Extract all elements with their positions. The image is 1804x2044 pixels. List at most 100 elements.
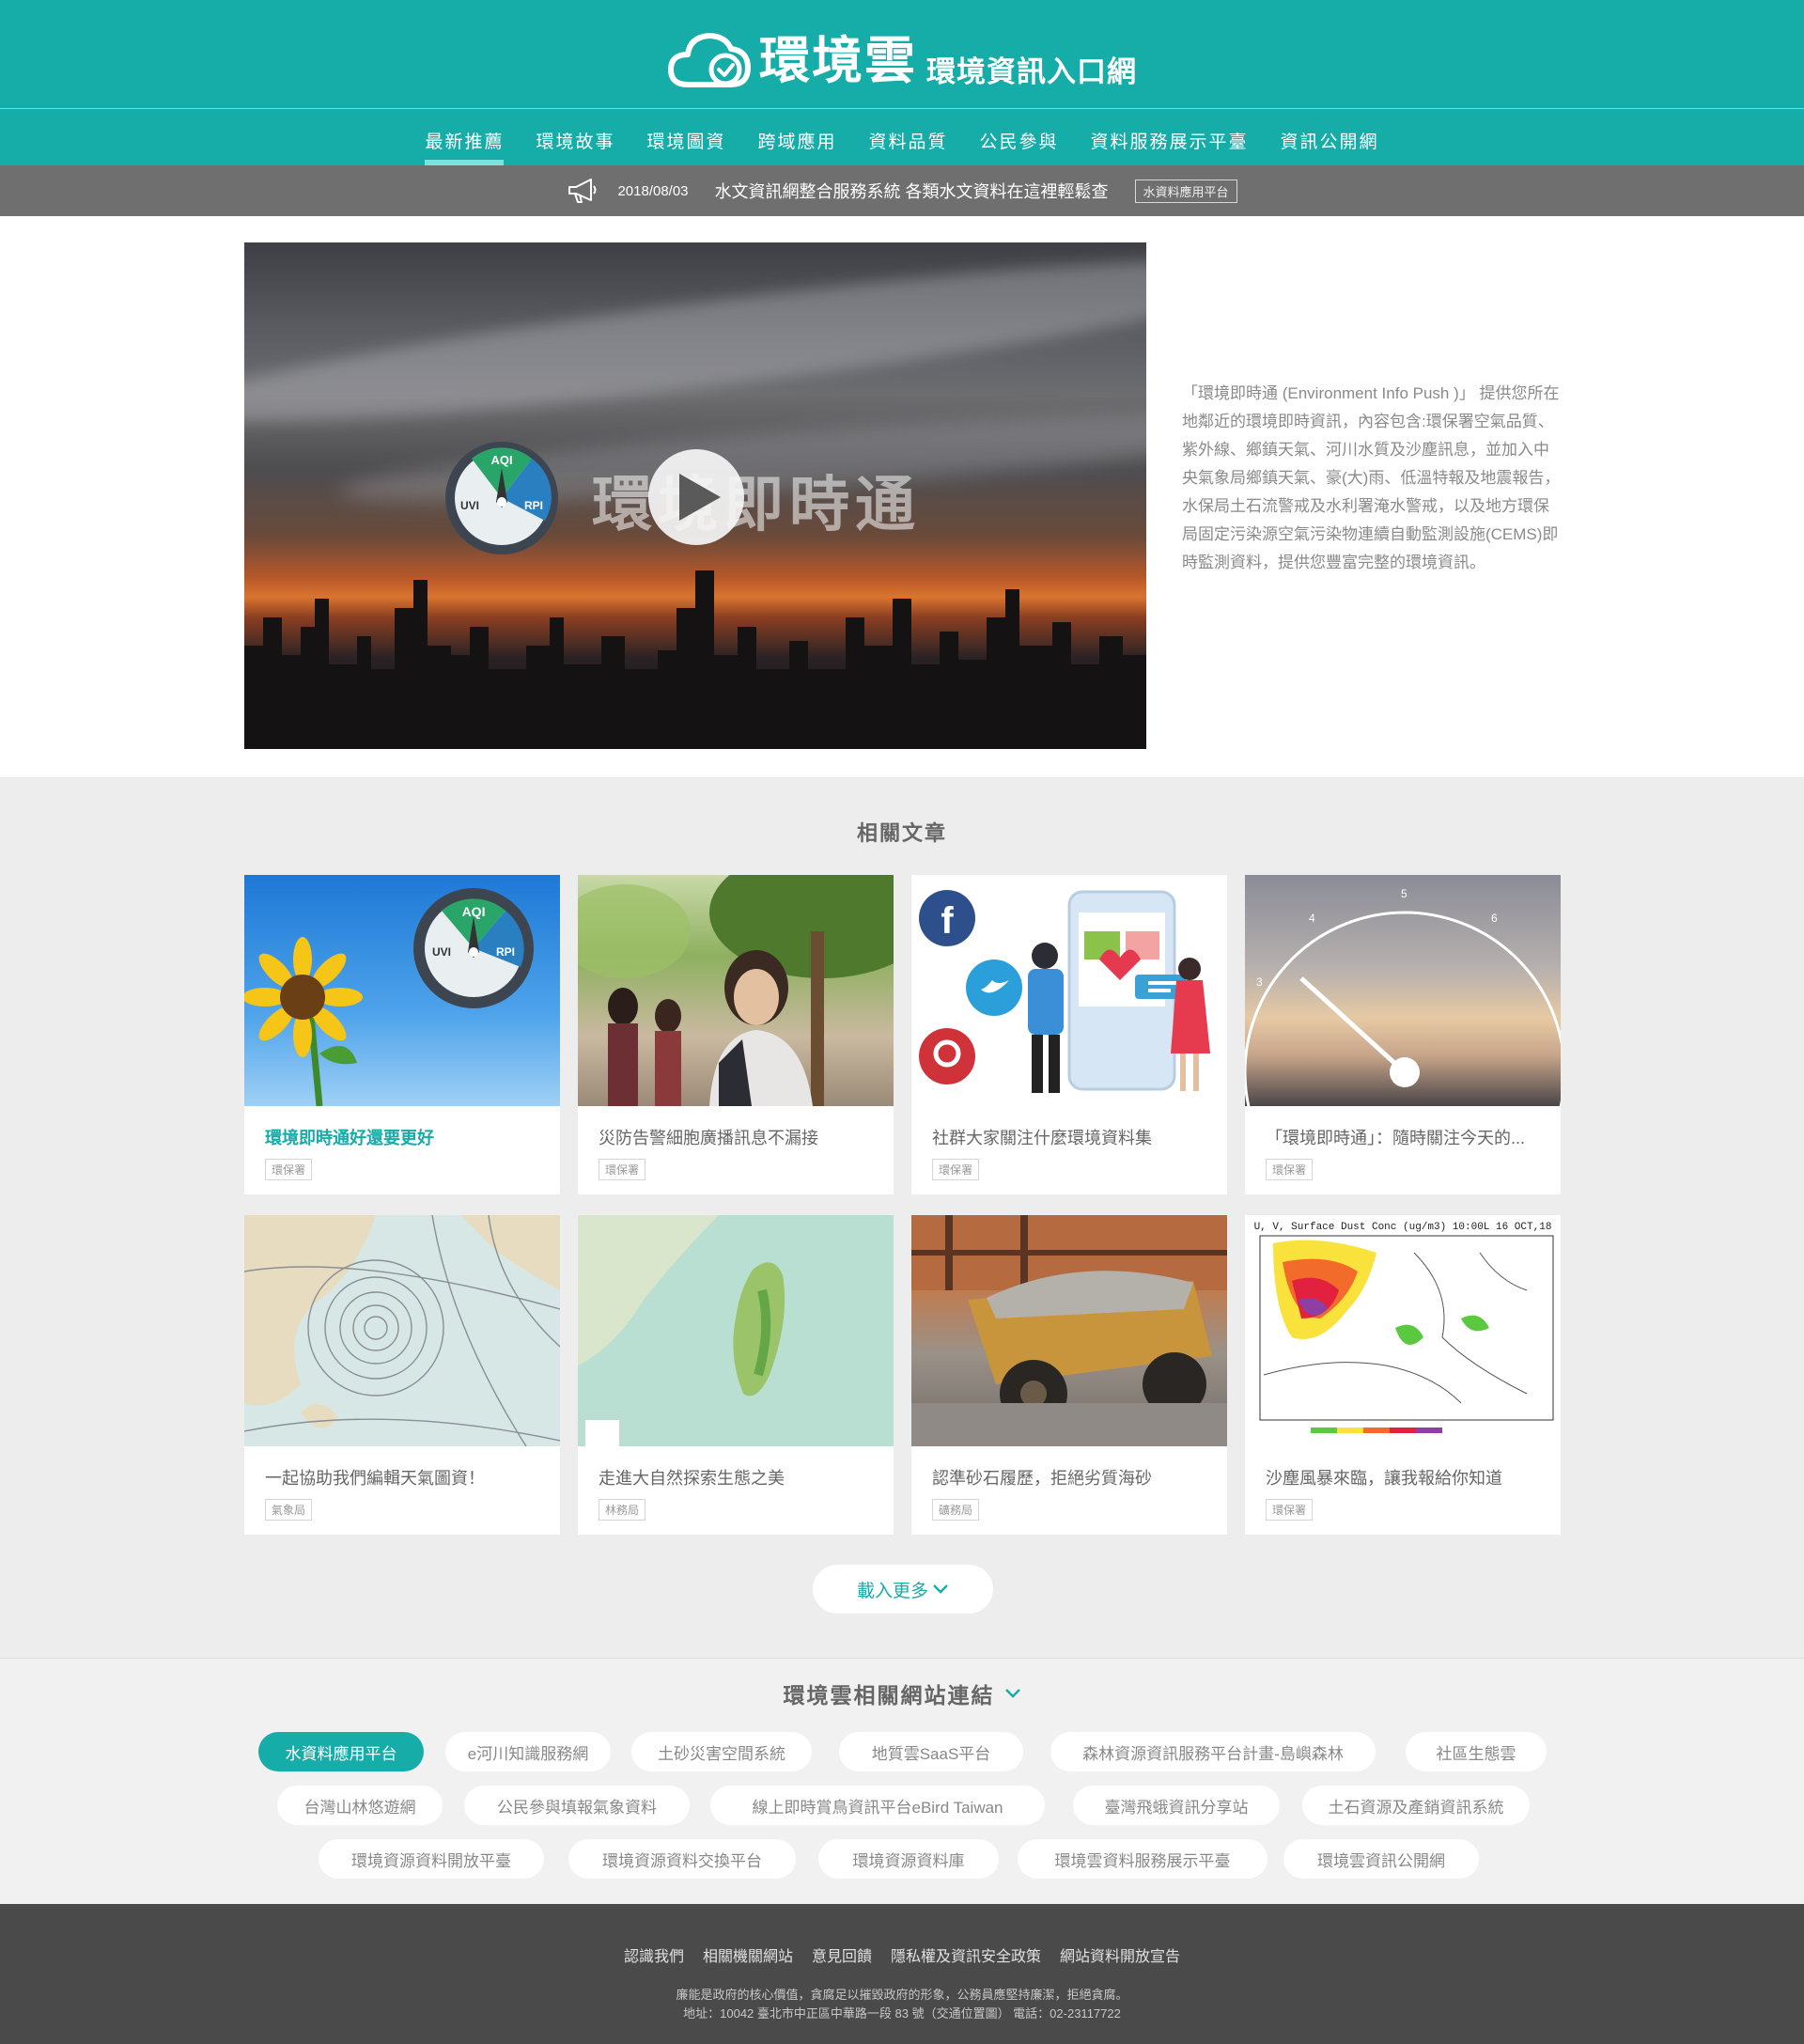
sunflower-image: AQI UVI RPI bbox=[244, 888, 534, 1106]
nav-data-service[interactable]: 資料服務展示平臺 bbox=[1075, 109, 1265, 165]
article-thumbnail bbox=[578, 1215, 894, 1446]
site-link-pill[interactable]: 環境資源資料庫 bbox=[818, 1839, 999, 1879]
nav-data-quality[interactable]: 資料品質 bbox=[853, 109, 964, 165]
video-title: 環境即時通 bbox=[592, 471, 921, 538]
megaphone-icon bbox=[568, 179, 597, 203]
nav-cross-domain[interactable]: 跨域應用 bbox=[741, 109, 852, 165]
site-link-pill[interactable]: 環境雲資訊公開網 bbox=[1283, 1839, 1479, 1879]
article-title[interactable]: 災防告警細胞廣播訊息不漏接 bbox=[599, 1125, 880, 1149]
load-more-button[interactable]: 載入更多 bbox=[813, 1565, 993, 1614]
article-card[interactable]: 災防告警細胞廣播訊息不漏接 環保署 bbox=[578, 875, 894, 1194]
article-card[interactable]: 一起協助我們編輯天氣圖資！ 氣象局 bbox=[244, 1215, 560, 1535]
article-thumbnail bbox=[911, 1215, 1227, 1446]
article-source-tag: 環保署 bbox=[932, 1159, 980, 1180]
article-thumbnail: f bbox=[911, 875, 1227, 1106]
taiwan-map-image bbox=[578, 1215, 785, 1446]
site-link-pill[interactable]: 公民參與填報氣象資料 bbox=[464, 1786, 690, 1825]
gauge-number: 5 bbox=[1401, 887, 1407, 900]
announcement-message[interactable]: 水文資訊網整合服務系統 各類水文資料在這裡輕鬆查 bbox=[715, 179, 1109, 203]
footer-nav: 認識我們 相關機關網站 意見回饋 隱私權及資訊安全政策 網站資料開放宣告 bbox=[0, 1943, 1804, 1966]
site-header: 環境雲 環境資訊入口網 最新推薦 環境故事 環境圖資 跨域應用 資料品質 公民參… bbox=[0, 0, 1804, 165]
footer-link-privacy[interactable]: 隱私權及資訊安全政策 bbox=[891, 1943, 1041, 1966]
weather-map-image bbox=[244, 1215, 560, 1446]
gauge-uvi-label: UVI bbox=[460, 499, 479, 512]
article-thumbnail: U, V, Surface Dust Conc (ug/m3) 10:00L 1… bbox=[1245, 1215, 1561, 1446]
hero-section: AQI UVI RPI 環境即時通 「環境即時通 (Environment In… bbox=[0, 216, 1804, 777]
article-thumbnail bbox=[244, 1215, 560, 1446]
article-title[interactable]: 一起協助我們編輯天氣圖資！ bbox=[265, 1465, 547, 1490]
site-link-pill[interactable]: 水資料應用平台 bbox=[258, 1732, 424, 1771]
footer-link-feedback[interactable]: 意見回饋 bbox=[812, 1943, 872, 1966]
article-title[interactable]: 沙塵風暴來臨，讓我報給你知道 bbox=[1266, 1465, 1547, 1490]
site-logo[interactable]: 環境雲 環境資訊入口網 bbox=[0, 28, 1804, 94]
nav-open-info[interactable]: 資訊公開網 bbox=[1265, 109, 1395, 165]
nav-latest[interactable]: 最新推薦 bbox=[409, 109, 520, 165]
article-thumbnail: AQI UVI RPI bbox=[244, 875, 560, 1106]
site-link-pill[interactable]: 森林資源資訊服務平台計畫-島嶼森林 bbox=[1050, 1732, 1376, 1771]
gauge-number: 3 bbox=[1256, 975, 1263, 989]
brand-subtitle: 環境資訊入口網 bbox=[926, 55, 1137, 88]
dial-sunset-image: 3 4 5 6 bbox=[1245, 887, 1561, 1106]
article-title[interactable]: 社群大家關注什麼環境資料集 bbox=[932, 1125, 1214, 1149]
site-link-pill[interactable]: 線上即時賞鳥資訊平台eBird Taiwan bbox=[710, 1786, 1045, 1825]
article-source-tag: 礦務局 bbox=[932, 1499, 980, 1521]
article-card[interactable]: U, V, Surface Dust Conc (ug/m3) 10:00L 1… bbox=[1245, 1215, 1561, 1535]
people-street-image bbox=[578, 875, 894, 1106]
announcement-bar[interactable]: 2018/08/03 水文資訊網整合服務系統 各類水文資料在這裡輕鬆查 水資料應… bbox=[0, 165, 1804, 216]
announcement-date: 2018/08/03 bbox=[617, 182, 689, 199]
related-sites-section: 環境雲相關網站連結 水資料應用平台 e河川知識服務網 土砂災害空間系統 地質雲S… bbox=[0, 1658, 1804, 1904]
article-source-tag: 環保署 bbox=[265, 1159, 313, 1180]
nav-stories[interactable]: 環境故事 bbox=[520, 109, 630, 165]
chevron-down-icon bbox=[1004, 1689, 1020, 1698]
footer-link-open-data[interactable]: 網站資料開放宣告 bbox=[1060, 1943, 1180, 1966]
footer-address: 地址：10042 臺北市中正區中華路一段 83 號（交通位置圖） 電話：02-2… bbox=[683, 2006, 1121, 2021]
article-source-tag: 環保署 bbox=[1266, 1159, 1314, 1180]
main-nav: 最新推薦 環境故事 環境圖資 跨域應用 資料品質 公民參與 資料服務展示平臺 資… bbox=[0, 109, 1804, 165]
gauge-uvi-label: UVI bbox=[432, 945, 451, 959]
article-card[interactable]: 認準砂石履歷，拒絕劣質海砂 礦務局 bbox=[911, 1215, 1227, 1535]
article-thumbnail bbox=[578, 875, 894, 1106]
site-link-pill[interactable]: 環境雲資料服務展示平臺 bbox=[1018, 1839, 1267, 1879]
site-link-pill[interactable]: 臺灣飛蛾資訊分享站 bbox=[1073, 1786, 1280, 1825]
social-media-illustration: f bbox=[919, 890, 1210, 1093]
article-title[interactable]: 走進大自然探索生態之美 bbox=[599, 1465, 880, 1490]
article-title[interactable]: 環境即時通好還要更好 bbox=[265, 1125, 547, 1149]
footer-link-about[interactable]: 認識我們 bbox=[624, 1943, 684, 1966]
article-thumbnail: 3 4 5 6 bbox=[1245, 875, 1561, 1106]
gauge-number: 6 bbox=[1491, 912, 1498, 925]
play-button[interactable] bbox=[648, 449, 744, 545]
nav-maps[interactable]: 環境圖資 bbox=[630, 109, 741, 165]
gauge-aqi-label: AQI bbox=[490, 453, 512, 467]
article-card[interactable]: 3 4 5 6 「環境即時通」：隨時關注今天的... 環保署 bbox=[1245, 875, 1561, 1194]
article-title[interactable]: 認準砂石履歷，拒絕劣質海砂 bbox=[932, 1465, 1214, 1490]
site-link-pill[interactable]: 環境資源資料交換平台 bbox=[568, 1839, 796, 1879]
footer-link-agencies[interactable]: 相關機關網站 bbox=[703, 1943, 793, 1966]
svg-text:f: f bbox=[941, 900, 954, 942]
load-more-label: 載入更多 bbox=[856, 1581, 928, 1601]
site-link-pill[interactable]: 土石資源及產銷資訊系統 bbox=[1302, 1786, 1530, 1825]
gauge-aqi-label: AQI bbox=[462, 904, 486, 919]
gauge-rpi-label: RPI bbox=[496, 945, 515, 959]
nav-participation[interactable]: 公民參與 bbox=[964, 109, 1075, 165]
site-link-pill[interactable]: 地質雲SaaS平台 bbox=[839, 1732, 1023, 1771]
article-source-tag: 氣象局 bbox=[265, 1499, 313, 1521]
article-title[interactable]: 「環境即時通」：隨時關注今天的... bbox=[1266, 1125, 1547, 1149]
gauge-logo-icon: AQI UVI RPI bbox=[445, 442, 558, 554]
site-footer: 認識我們 相關機關網站 意見回饋 隱私權及資訊安全政策 網站資料開放宣告 廉能是… bbox=[0, 1904, 1804, 2044]
footer-slogan: 廉能是政府的核心價值，貪腐足以摧毀政府的形象，公務員應堅持廉潔，拒絕貪腐。 bbox=[676, 1988, 1128, 2002]
article-source-tag: 環保署 bbox=[599, 1159, 646, 1180]
dust-forecast-chart-image: U, V, Surface Dust Conc (ug/m3) 10:00L 1… bbox=[1254, 1222, 1554, 1433]
gauge-number: 4 bbox=[1309, 912, 1315, 925]
site-link-pill[interactable]: 社區生態雲 bbox=[1406, 1732, 1547, 1771]
site-link-pill[interactable]: 環境資源資料開放平臺 bbox=[319, 1839, 544, 1879]
announcement-tag[interactable]: 水資料應用平台 bbox=[1134, 179, 1237, 203]
related-sites-toggle[interactable]: 環境雲相關網站連結 bbox=[0, 1677, 1804, 1709]
hero-video[interactable]: AQI UVI RPI 環境即時通 bbox=[244, 242, 1146, 749]
site-link-pill[interactable]: 土砂災害空間系統 bbox=[631, 1732, 812, 1771]
site-link-pill[interactable]: 台灣山林悠遊網 bbox=[277, 1786, 443, 1825]
gauge-rpi-label: RPI bbox=[524, 499, 543, 512]
article-card[interactable]: 走進大自然探索生態之美 林務局 bbox=[578, 1215, 894, 1535]
article-card[interactable]: f 社群大家關注什麼環境資料集 環保署 bbox=[911, 875, 1227, 1194]
site-link-pill[interactable]: e河川知識服務網 bbox=[445, 1732, 611, 1771]
article-card[interactable]: AQI UVI RPI 環境即時通好還要更好 環保署 bbox=[244, 875, 560, 1194]
